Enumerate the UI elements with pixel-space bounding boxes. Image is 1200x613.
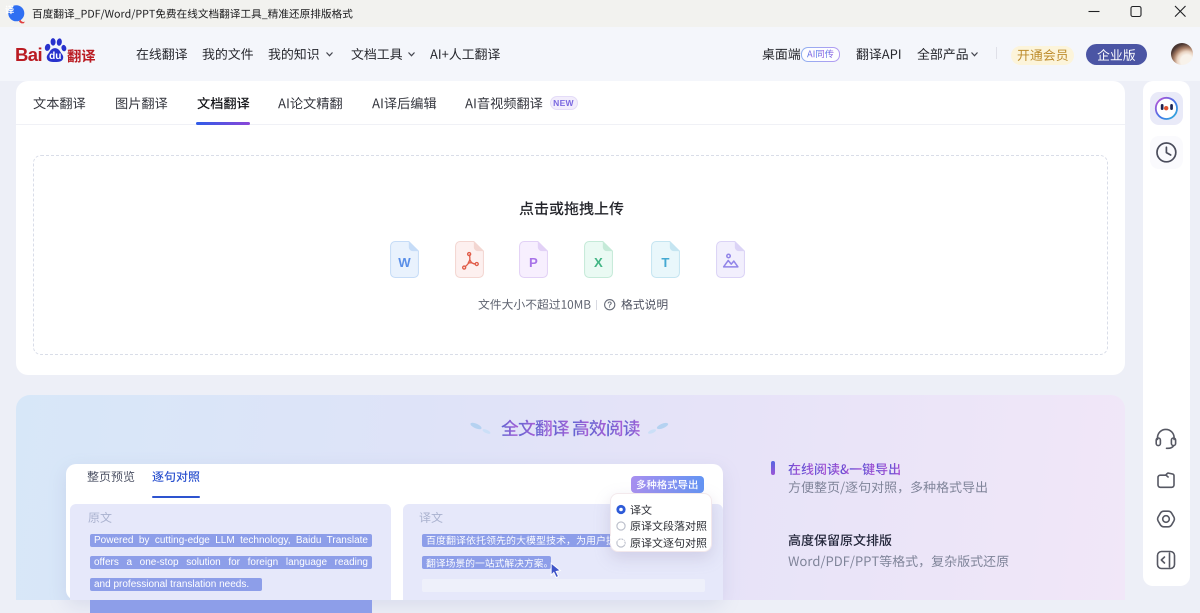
svg-text:P: P [529,254,538,269]
svg-text:?: ? [608,301,613,310]
svg-text:X: X [594,254,603,269]
svg-text:T: T [661,254,669,269]
svg-text:W: W [398,254,411,269]
svg-text:du: du [49,51,61,62]
